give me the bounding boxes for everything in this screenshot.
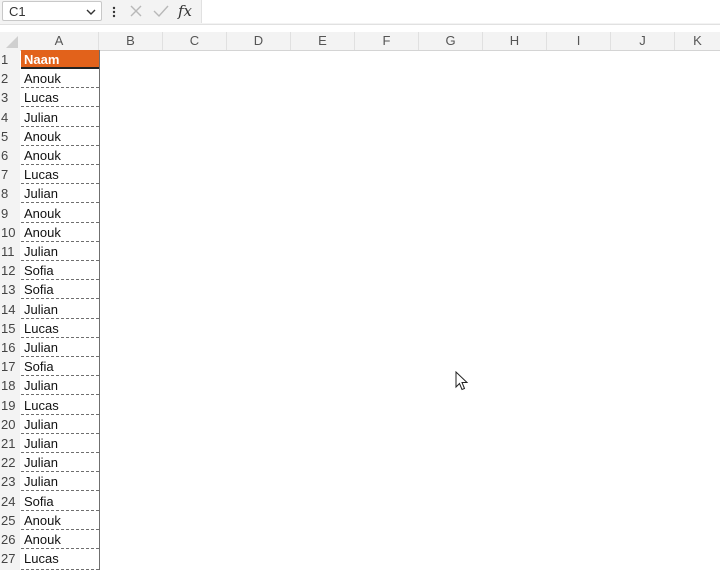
row-header[interactable]: 18 <box>0 376 20 395</box>
cell-a16[interactable]: Julian <box>21 338 99 357</box>
row-header[interactable]: 13 <box>0 280 20 299</box>
cell-a9[interactable]: Anouk <box>21 204 99 223</box>
cell-a22[interactable]: Julian <box>21 453 99 473</box>
formula-bar: C1 fx <box>0 0 720 25</box>
column-header-g[interactable]: G <box>419 32 483 50</box>
row-header[interactable]: 12 <box>0 261 20 280</box>
row-header[interactable]: 16 <box>0 338 20 357</box>
formula-input[interactable] <box>201 0 720 23</box>
name-box-value: C1 <box>9 4 26 19</box>
name-box[interactable]: C1 <box>2 1 102 21</box>
column-header-f[interactable]: F <box>355 32 419 50</box>
column-header-c[interactable]: C <box>163 32 227 50</box>
row-header[interactable]: 9 <box>0 204 20 223</box>
cell-a7[interactable]: Lucas <box>21 165 99 185</box>
select-all-corner[interactable] <box>0 32 20 50</box>
row-header[interactable]: 6 <box>0 146 20 165</box>
column-header-b[interactable]: B <box>99 32 163 50</box>
cell-a17[interactable]: Sofia <box>21 357 99 377</box>
row-header[interactable]: 2 <box>0 69 20 88</box>
row-header[interactable]: 27 <box>0 549 20 568</box>
row-header[interactable]: 10 <box>0 223 20 242</box>
cell-a11[interactable]: Julian <box>21 242 99 261</box>
cell-a2[interactable]: Anouk <box>21 69 99 89</box>
row-header[interactable]: 11 <box>0 242 20 261</box>
cell-a12[interactable]: Sofia <box>21 261 99 281</box>
chevron-down-icon[interactable] <box>85 5 97 23</box>
cell-a21[interactable]: Julian <box>21 434 99 453</box>
column-header-e[interactable]: E <box>291 32 355 50</box>
column-header-h[interactable]: H <box>483 32 547 50</box>
cell-a23[interactable]: Julian <box>21 472 99 492</box>
cell-a14[interactable]: Julian <box>21 300 99 319</box>
row-header[interactable]: 25 <box>0 511 20 530</box>
row-header[interactable]: 4 <box>0 108 20 127</box>
row-headers: 1 2 3 4 5 6 7 8 9 10 11 12 13 14 15 16 1… <box>0 50 20 570</box>
row-header[interactable]: 19 <box>0 396 20 415</box>
row-header[interactable]: 24 <box>0 492 20 511</box>
row-header[interactable]: 7 <box>0 165 20 184</box>
insert-function-icon[interactable]: fx <box>178 2 192 20</box>
row-header[interactable]: 17 <box>0 357 20 376</box>
column-header-k[interactable]: K <box>675 32 720 50</box>
row-header[interactable]: 20 <box>0 415 20 434</box>
column-header-j[interactable]: J <box>611 32 675 50</box>
row-header[interactable]: 15 <box>0 319 20 338</box>
row-header[interactable]: 8 <box>0 184 20 203</box>
cell-a19[interactable]: Lucas <box>21 396 99 415</box>
column-headers: A B C D E F G H I J K <box>20 32 720 51</box>
cell-a20[interactable]: Julian <box>21 415 99 434</box>
more-options-icon[interactable] <box>110 4 118 20</box>
cell-a4[interactable]: Julian <box>21 108 99 127</box>
row-header[interactable]: 26 <box>0 530 20 549</box>
row-header[interactable]: 5 <box>0 127 20 146</box>
cell-a27[interactable]: Lucas <box>21 549 99 570</box>
cell-a10[interactable]: Anouk <box>21 223 99 242</box>
row-header[interactable]: 22 <box>0 453 20 472</box>
row-header[interactable]: 23 <box>0 472 20 491</box>
row-header[interactable]: 14 <box>0 300 20 319</box>
cell-a3[interactable]: Lucas <box>21 88 99 108</box>
cell-a25[interactable]: Anouk <box>21 511 99 530</box>
cell-a13[interactable]: Sofia <box>21 280 99 300</box>
cancel-icon[interactable] <box>128 3 144 24</box>
column-a-right-border <box>99 50 100 570</box>
cell-a15[interactable]: Lucas <box>21 319 99 338</box>
column-header-i[interactable]: I <box>547 32 611 50</box>
row-header[interactable]: 3 <box>0 88 20 107</box>
cell-a24[interactable]: Sofia <box>21 492 99 511</box>
row-header[interactable]: 1 <box>0 50 20 69</box>
cell-a5[interactable]: Anouk <box>21 127 99 146</box>
column-header-d[interactable]: D <box>227 32 291 50</box>
cell-a6[interactable]: Anouk <box>21 146 99 165</box>
cell-a26[interactable]: Anouk <box>21 530 99 549</box>
cell-a18[interactable]: Julian <box>21 376 99 396</box>
cell-a1-header[interactable]: Naam <box>21 50 99 69</box>
cell-a8[interactable]: Julian <box>21 184 99 204</box>
mouse-cursor-icon <box>455 370 469 396</box>
column-header-a[interactable]: A <box>20 32 99 50</box>
enter-check-icon[interactable] <box>152 3 170 24</box>
row-header[interactable]: 21 <box>0 434 20 453</box>
